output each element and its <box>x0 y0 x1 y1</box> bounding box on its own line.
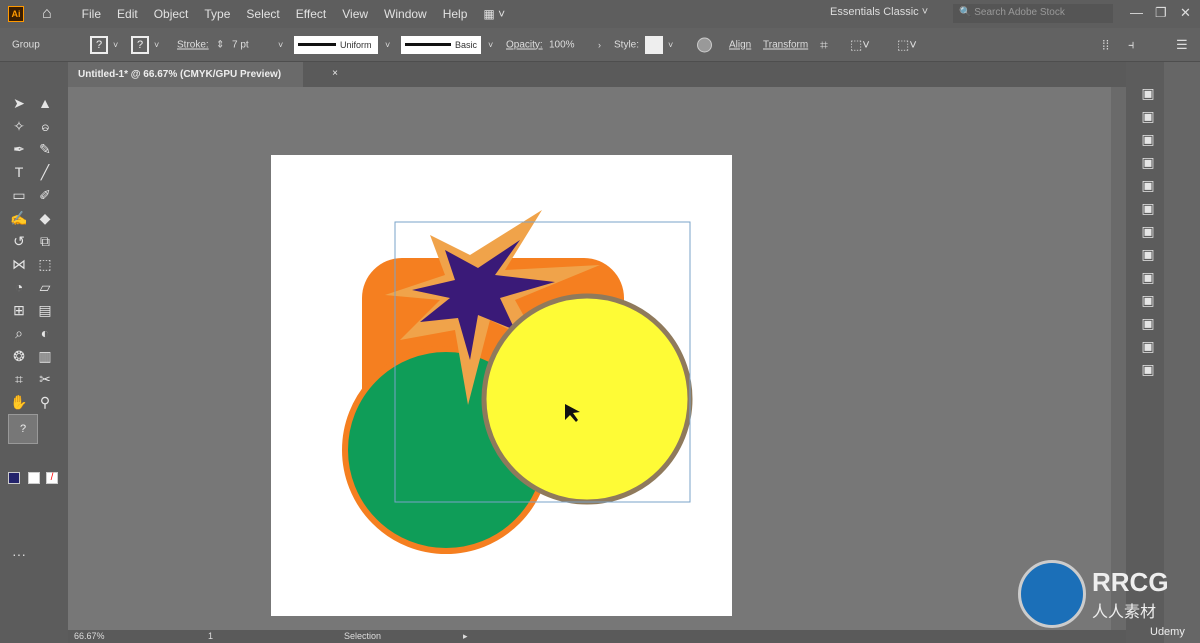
watermark-logo: RRCG 人人素材 <box>1018 560 1169 628</box>
yellow-circle[interactable] <box>481 293 693 505</box>
udemy-watermark: Udemy <box>1150 626 1185 638</box>
current-tool: Selection <box>344 631 382 641</box>
artboards-panel-icon[interactable]: ▣ <box>1134 358 1162 380</box>
color-guide-panel-icon[interactable]: ▣ <box>1134 82 1162 104</box>
transparency-panel-icon[interactable]: ▣ <box>1134 243 1162 265</box>
symbols-panel-icon[interactable]: ▣ <box>1134 174 1162 196</box>
watermark-sub: 人人素材 <box>1092 603 1157 621</box>
appearance-panel-icon[interactable]: ▣ <box>1134 266 1162 288</box>
gradient-panel-icon[interactable]: ▣ <box>1134 220 1162 242</box>
brushes-panel-icon[interactable]: ▣ <box>1134 151 1162 173</box>
collapsed-panel-column <box>1164 62 1200 643</box>
right-panel-dock: ▣ ▣ ▣ ▣ ▣ ▣ ▣ ▣ ▣ ▣ ▣ ▣ ▣ <box>1126 62 1200 643</box>
zoom-level[interactable]: 66.67% <box>74 631 105 641</box>
layers-panel-icon[interactable]: ▣ <box>1134 312 1162 334</box>
artboard-number[interactable]: 1 <box>208 631 213 641</box>
status-bar: 66.67% 1 Selection ▸ <box>68 630 1126 643</box>
vertical-scrollbar[interactable] <box>1111 87 1126 630</box>
graphic-styles-panel-icon[interactable]: ▣ <box>1134 289 1162 311</box>
libraries-panel-icon[interactable]: ▣ <box>1134 128 1162 150</box>
export-panel-icon[interactable]: ▣ <box>1134 335 1162 357</box>
swatches-panel-icon[interactable]: ▣ <box>1134 105 1162 127</box>
watermark-emblem <box>1018 560 1086 628</box>
play-icon[interactable]: ▸ <box>463 631 468 642</box>
stroke-panel-icon[interactable]: ▣ <box>1134 197 1162 219</box>
watermark-brand: RRCG <box>1092 566 1169 597</box>
artwork <box>342 210 693 554</box>
